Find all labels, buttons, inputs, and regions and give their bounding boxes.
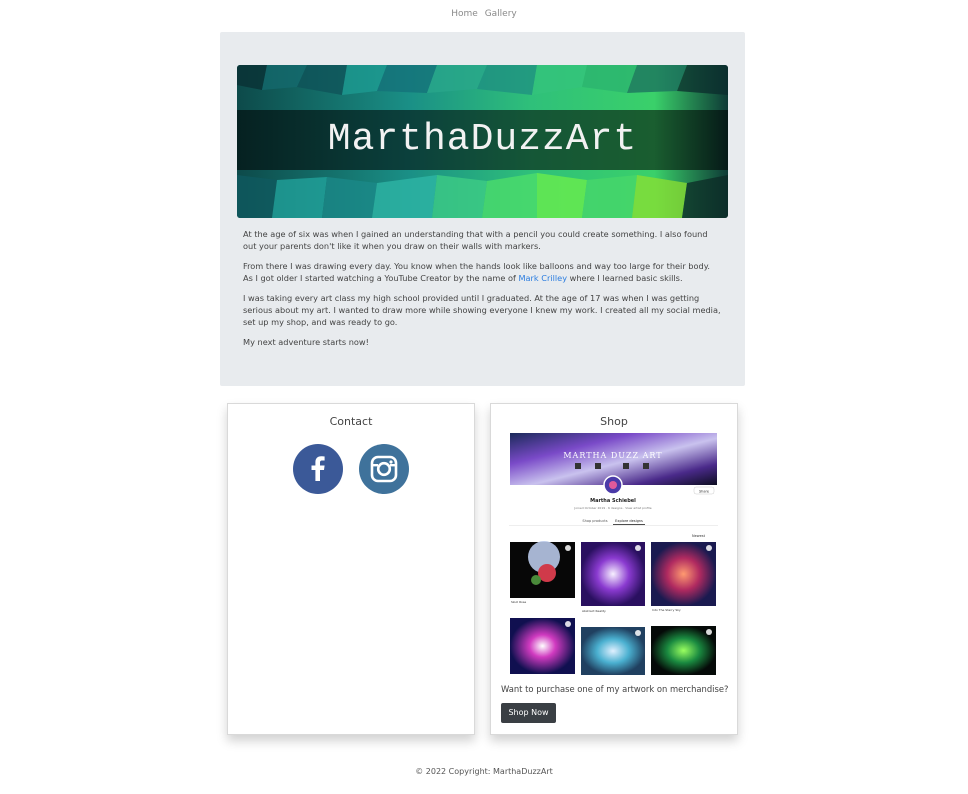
facebook-button[interactable]	[293, 444, 343, 494]
svg-text:Share: Share	[699, 490, 709, 494]
contact-card: Contact	[227, 403, 475, 735]
nav-home-link[interactable]: Home	[451, 9, 478, 19]
bio-paragraph-2: From there I was drawing every day. You …	[243, 260, 721, 284]
instagram-button[interactable]	[359, 444, 409, 494]
svg-text:Joined October 2019 · 6 design: Joined October 2019 · 6 designs · View a…	[573, 506, 651, 510]
svg-text:Martha Schiebel: Martha Schiebel	[590, 498, 636, 504]
shop-preview-image: MARTHA DUZZ ART Share Martha Schiebel Jo…	[509, 433, 718, 675]
svg-text:Newest: Newest	[692, 534, 706, 538]
instagram-icon	[370, 455, 398, 483]
about-jumbotron: MarthaDuzzArt At the age of six was when…	[220, 32, 745, 386]
shop-question: Want to purchase one of my artwork on me…	[501, 684, 729, 694]
top-nav: Home Gallery	[0, 9, 968, 19]
shop-now-button[interactable]: Shop Now	[501, 703, 556, 723]
shop-preview-screenshot[interactable]: MARTHA DUZZ ART Share Martha Schiebel Jo…	[509, 432, 718, 675]
bio-paragraph-3: I was taking every art class my high sch…	[243, 293, 721, 327]
svg-text:Explore designs: Explore designs	[615, 519, 643, 523]
shop-title: Shop	[600, 415, 628, 428]
bio-paragraph-1: At the age of six was when I gained an u…	[243, 229, 708, 251]
svg-text:Abstract Reality: Abstract Reality	[582, 609, 606, 613]
bio-paragraph-2-end: where I learned basic skills.	[567, 273, 683, 283]
shop-card: Shop MARTHA DUZZ ART Share Martha Schieb…	[490, 403, 738, 735]
svg-text:MARTHA DUZZ ART: MARTHA DUZZ ART	[563, 451, 662, 460]
site-title: MarthaDuzzArt	[327, 118, 638, 161]
bio-paragraph-4: My next adventure starts now!	[243, 337, 369, 347]
svg-text:Shop products: Shop products	[582, 519, 607, 523]
mark-crilley-link[interactable]: Mark Crilley	[518, 273, 567, 283]
hero-banner: MarthaDuzzArt	[237, 65, 728, 218]
bio-text: At the age of six was when I gained an u…	[243, 228, 721, 356]
svg-text:Into The Starry Sky: Into The Starry Sky	[652, 608, 681, 612]
contact-title: Contact	[329, 415, 373, 428]
facebook-icon	[311, 456, 325, 481]
footer-copyright: © 2022 Copyright: MarthaDuzzArt	[415, 767, 553, 776]
nav-gallery-link[interactable]: Gallery	[485, 9, 517, 19]
svg-text:Skull Rose: Skull Rose	[511, 600, 526, 604]
